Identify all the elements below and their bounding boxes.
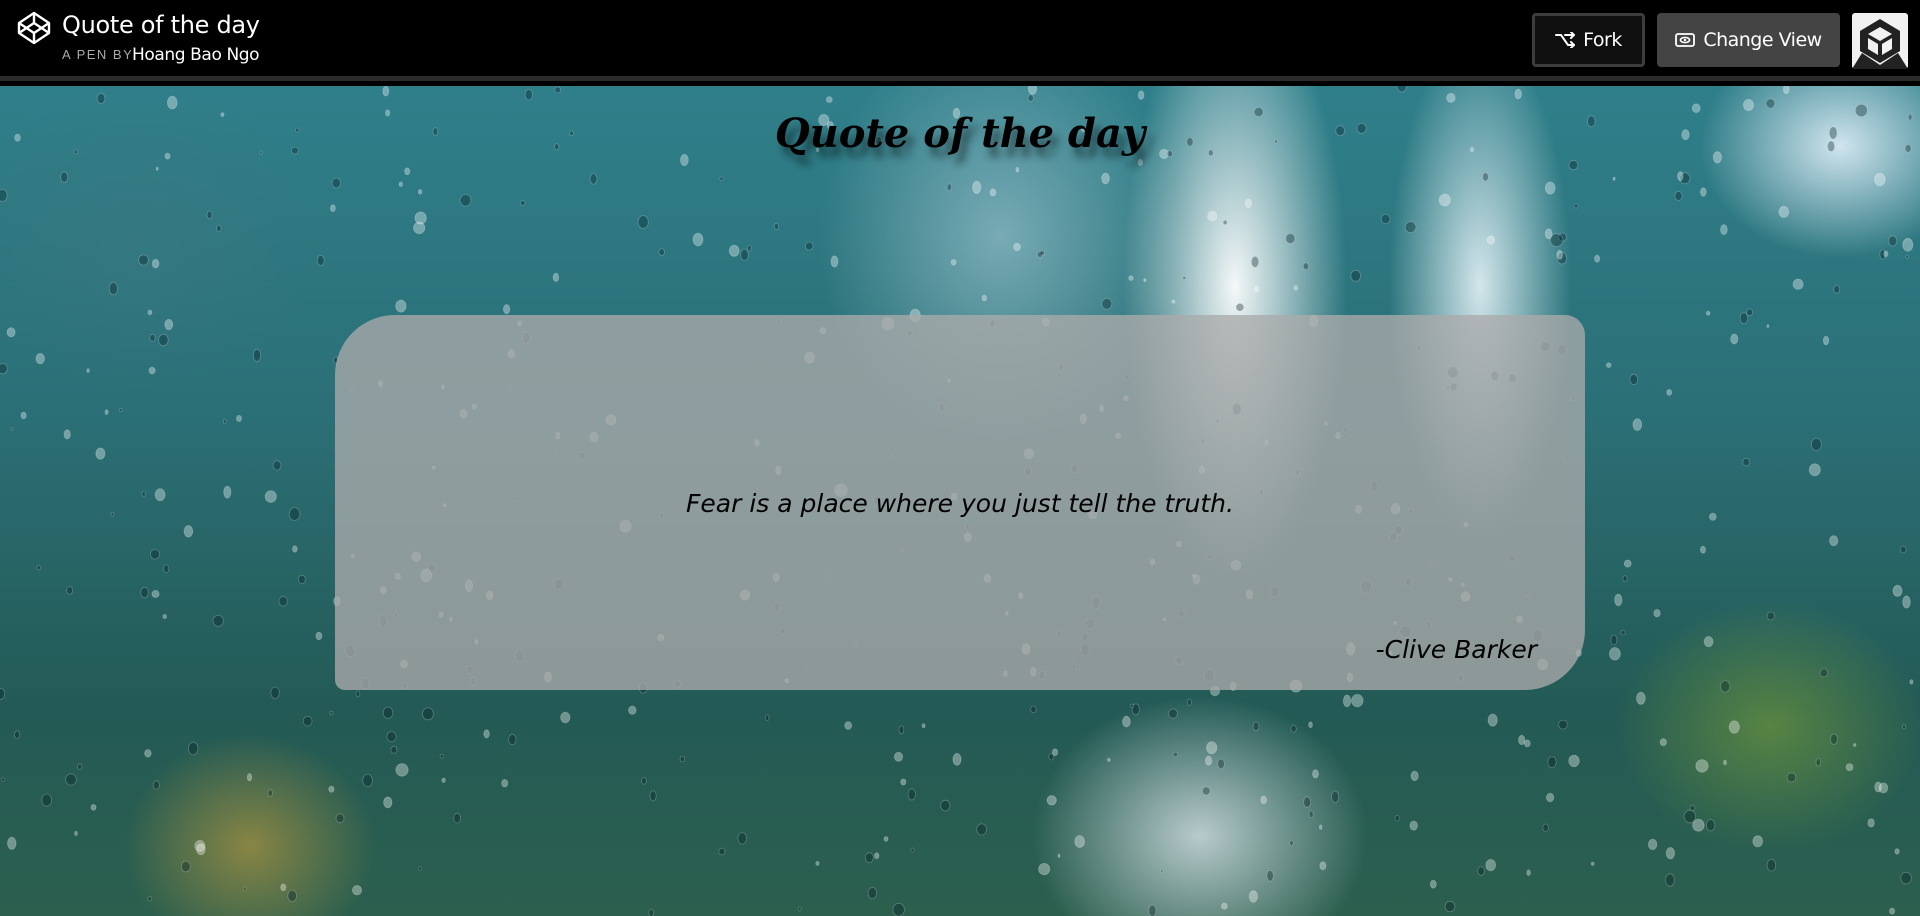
pen-title[interactable]: Quote of the day	[62, 11, 260, 39]
avatar-image	[1852, 19, 1908, 69]
pen-by-label: A PEN BY	[62, 47, 134, 62]
user-avatar[interactable]	[1852, 13, 1908, 69]
quote-text: Fear is a place where you just tell the …	[686, 489, 1234, 518]
fork-button[interactable]: Fork	[1532, 13, 1645, 67]
change-view-label: Change View	[1703, 29, 1822, 51]
page-title: Quote of the day	[774, 110, 1146, 157]
change-view-button[interactable]: Change View	[1657, 13, 1840, 67]
fork-icon	[1555, 32, 1576, 48]
eye-icon	[1675, 33, 1696, 47]
fork-label: Fork	[1583, 29, 1622, 51]
codepen-header: Quote of the day A PEN BY Hoang Bao Ngo …	[0, 0, 1920, 81]
preview-stage: Quote of the day Fear is a place where y…	[0, 86, 1920, 916]
quote-attribution: -Clive Barker	[1375, 635, 1537, 664]
pen-author-link[interactable]: Hoang Bao Ngo	[132, 45, 260, 65]
codepen-logo-icon[interactable]	[17, 11, 51, 45]
quote-card: Fear is a place where you just tell the …	[335, 315, 1585, 690]
